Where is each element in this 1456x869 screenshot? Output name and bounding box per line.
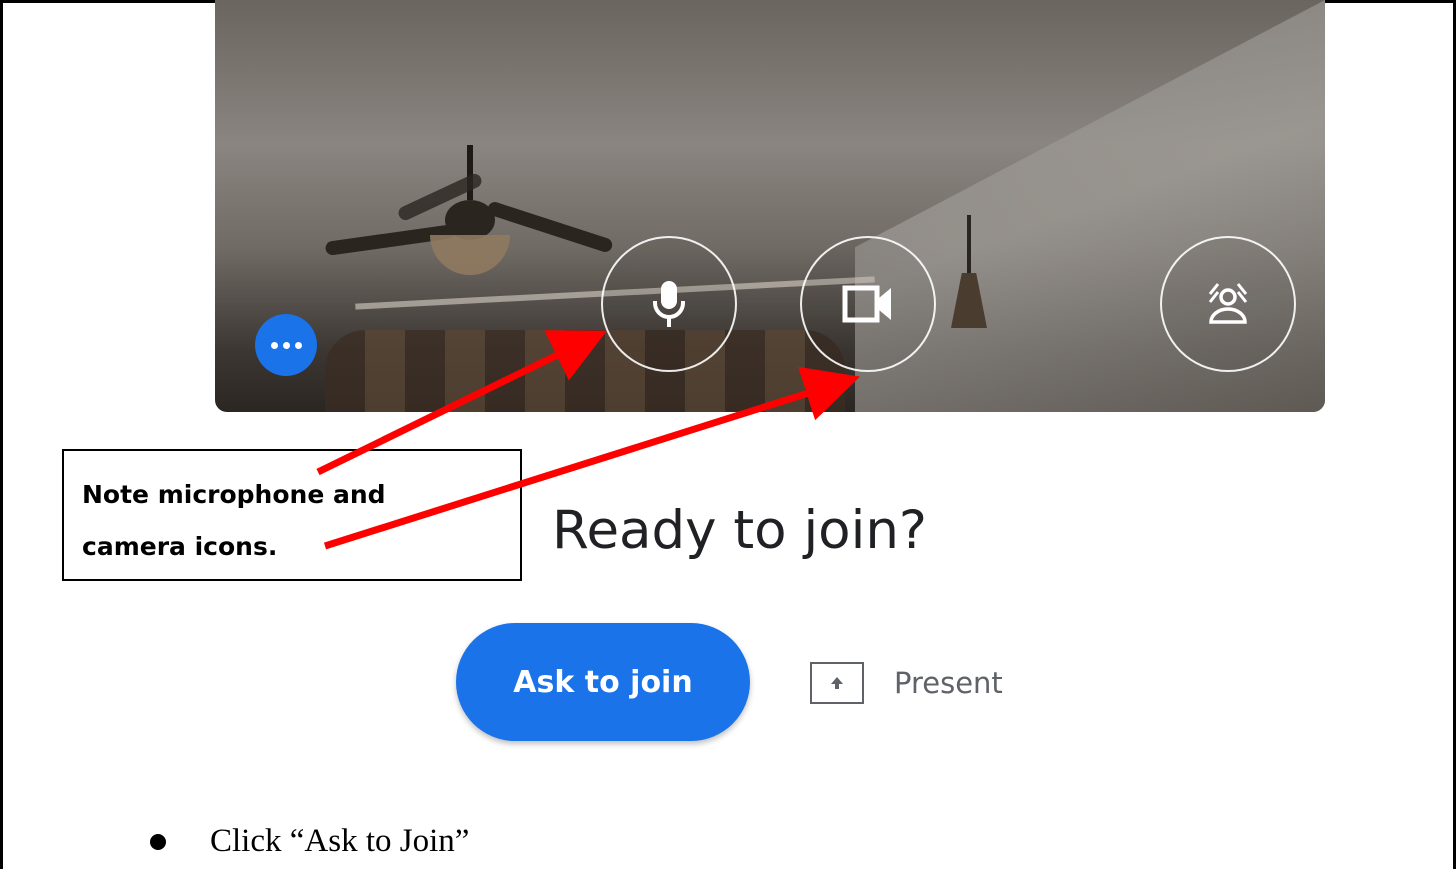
present-upload-icon	[810, 662, 864, 704]
instruction-text: Click “Ask to Join”	[210, 823, 470, 859]
more-options-button[interactable]	[255, 314, 317, 376]
camera-toggle-button[interactable]	[800, 236, 936, 372]
camera-preview	[215, 0, 1325, 412]
annotation-note-box: Note microphone and camera icons.	[62, 449, 522, 581]
preview-curtain	[325, 330, 845, 412]
annotation-note-text: Note microphone and camera icons.	[82, 480, 386, 561]
present-button[interactable]: Present	[810, 660, 1003, 706]
microphone-icon	[653, 281, 685, 327]
more-horizontal-icon	[270, 341, 278, 349]
ask-to-join-button[interactable]: Ask to join	[456, 623, 750, 741]
videocam-icon	[842, 285, 891, 323]
ready-to-join-title: Ready to join?	[552, 500, 928, 561]
present-label: Present	[894, 666, 1003, 700]
instruction-bullet: Click “Ask to Join”	[150, 823, 469, 860]
visual-effects-button[interactable]	[1160, 236, 1296, 372]
bullet-dot	[150, 833, 166, 850]
microphone-toggle-button[interactable]	[601, 236, 737, 372]
visual-effects-icon	[1208, 283, 1248, 324]
